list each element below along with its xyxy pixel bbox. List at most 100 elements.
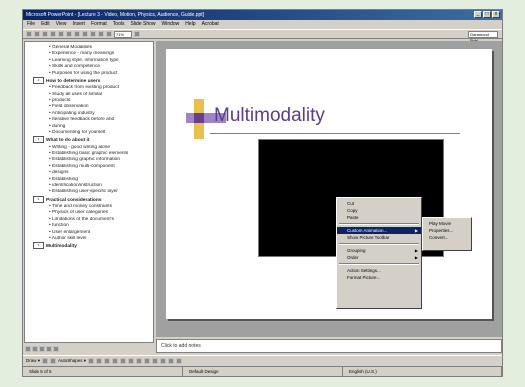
slide-sorter-icon[interactable]	[46, 346, 52, 352]
menu-item-custom-animation[interactable]: Custom Animation... ▶	[337, 227, 421, 234]
outline-text: Documenting for yourself	[52, 130, 106, 136]
menu-file[interactable]: File	[27, 20, 35, 29]
normal-view-icon[interactable]	[25, 346, 31, 352]
rectangle-icon[interactable]	[104, 357, 111, 364]
3d-icon[interactable]	[176, 357, 183, 364]
shadow-icon[interactable]	[168, 357, 175, 364]
outline-text: Practical considerations	[46, 197, 102, 203]
outline-slide-heading[interactable]: 5 Multimodality	[27, 242, 151, 250]
spelling-icon[interactable]	[58, 31, 64, 37]
outline-text: How to determine users	[46, 78, 101, 84]
redo-icon[interactable]	[98, 31, 104, 37]
outline-slide-heading[interactable]: 3 What to do about it	[27, 136, 151, 144]
outline-view-icon[interactable]	[32, 346, 38, 352]
menu-insert[interactable]: Insert	[72, 20, 85, 29]
font-select[interactable]: Garamond Publ.	[468, 31, 498, 43]
slide-view-icon[interactable]	[39, 346, 45, 352]
submenu-arrow-icon: ▶	[414, 255, 418, 260]
outline-text: Multimodality	[46, 244, 77, 250]
close-button[interactable]: x	[492, 11, 500, 18]
outline-text: function	[52, 223, 69, 229]
outline-text: products	[52, 98, 71, 104]
outline-text: Limitations of the document's	[52, 216, 114, 222]
submenu-item-convert[interactable]: Convert...	[423, 234, 471, 241]
print-icon[interactable]	[50, 31, 56, 37]
maximize-button[interactable]: □	[483, 11, 491, 18]
powerpoint-window: Microsoft PowerPoint - [Lecture 3 - Vide…	[22, 9, 503, 377]
wordart-icon[interactable]	[128, 357, 135, 364]
menu-view[interactable]: View	[56, 20, 67, 29]
select-arrow-icon[interactable]	[42, 357, 49, 364]
notes-pane[interactable]: Click to add notes	[156, 339, 502, 353]
outline-text: Establishing graphic information	[52, 157, 121, 163]
slide-icon: 5	[33, 242, 44, 250]
slide-title[interactable]: Multimodality	[214, 105, 325, 127]
menu-item-grouping[interactable]: Grouping ▶	[337, 247, 421, 254]
outline-text: Establishing user-specific layer	[52, 189, 118, 195]
menu-item-action-settings[interactable]: Action Settings...	[337, 267, 421, 274]
menu-item-paste[interactable]: Paste	[337, 214, 421, 221]
outline-text: Author skill level	[51, 236, 87, 242]
slide-pane: Multimodality Cut Copy Paste Custom Anim…	[156, 41, 502, 337]
menu-acrobat[interactable]: Acrobat	[202, 20, 219, 29]
font-color-icon[interactable]	[160, 357, 167, 364]
paste-icon[interactable]	[82, 31, 88, 37]
status-slide-number: Slide 5 of 5	[23, 367, 183, 376]
line-icon[interactable]	[88, 357, 95, 364]
fill-color-icon[interactable]	[144, 357, 151, 364]
outline-text: General Modalities	[52, 45, 93, 50]
rotate-icon[interactable]	[50, 357, 57, 364]
menu-separator	[339, 243, 419, 245]
outline-text: Feedback from existing product	[52, 85, 119, 91]
arrow-icon[interactable]	[96, 357, 103, 364]
outline-slide-heading[interactable]: 2 How to determine users	[27, 77, 151, 85]
undo-icon[interactable]	[90, 31, 96, 37]
line-color-icon[interactable]	[152, 357, 159, 364]
menu-format[interactable]: Format	[91, 20, 107, 29]
outline-text: Writing - good writing alone	[52, 144, 111, 150]
outline-text: identification/instruction	[52, 183, 102, 189]
outline-text: Field observation	[52, 104, 89, 110]
menu-window[interactable]: Window	[162, 20, 180, 29]
slide-canvas[interactable]: Multimodality Cut Copy Paste Custom Anim…	[166, 49, 492, 319]
outline-text: Establishing	[52, 176, 78, 182]
menu-help[interactable]: Help	[185, 20, 195, 29]
outline-pane[interactable]: General ModalitiesExperience - many mean…	[24, 41, 154, 343]
menu-item-order[interactable]: Order ▶	[337, 254, 421, 261]
outline-text: User enlargement	[52, 229, 91, 235]
menu-slide-show[interactable]: Slide Show	[130, 20, 155, 29]
menu-tools[interactable]: Tools	[113, 20, 125, 29]
view-buttons	[25, 346, 59, 352]
menu-item-show-picture-toolbar[interactable]: Show Picture Toolbar	[337, 234, 421, 241]
open-icon[interactable]	[34, 31, 40, 37]
standard-toolbar: 71%	[23, 29, 502, 39]
submenu-item-play-movie[interactable]: Play Movie	[423, 220, 471, 227]
save-icon[interactable]	[42, 31, 48, 37]
menu-item-cut[interactable]: Cut	[337, 200, 421, 207]
draw-menu[interactable]: Draw ▾	[26, 358, 40, 364]
help-icon[interactable]	[134, 31, 140, 37]
minimize-button[interactable]: _	[474, 11, 482, 18]
textbox-icon[interactable]	[120, 357, 127, 364]
menu-edit[interactable]: Edit	[41, 20, 50, 29]
menu-item-format-picture[interactable]: Format Picture...	[337, 274, 421, 281]
window-title: Microsoft PowerPoint - [Lecture 3 - Vide…	[26, 12, 205, 18]
drawing-toolbar: Draw ▾ AutoShapes ▾	[23, 355, 502, 365]
cut-icon[interactable]	[66, 31, 72, 37]
outline-text: Establishing multi-component	[52, 163, 115, 169]
oval-icon[interactable]	[112, 357, 119, 364]
zoom-select[interactable]: 71%	[114, 30, 132, 38]
outline-slide-heading[interactable]: 4 Practical considerations	[27, 195, 151, 204]
copy-icon[interactable]	[74, 31, 80, 37]
clipart-icon[interactable]	[136, 357, 143, 364]
outline-text: designs	[52, 170, 69, 176]
slide-show-icon[interactable]	[53, 346, 59, 352]
new-icon[interactable]	[26, 31, 32, 37]
menu-item-copy[interactable]: Copy	[337, 207, 421, 214]
menu-item-order-label: Order	[347, 255, 359, 260]
submenu-item-properties[interactable]: Properties...	[423, 227, 471, 234]
insert-chart-icon[interactable]	[106, 31, 112, 37]
autoshapes-menu[interactable]: AutoShapes ▾	[58, 358, 86, 364]
menu-separator	[339, 263, 419, 265]
submenu-arrow-icon: ▶	[414, 228, 418, 233]
